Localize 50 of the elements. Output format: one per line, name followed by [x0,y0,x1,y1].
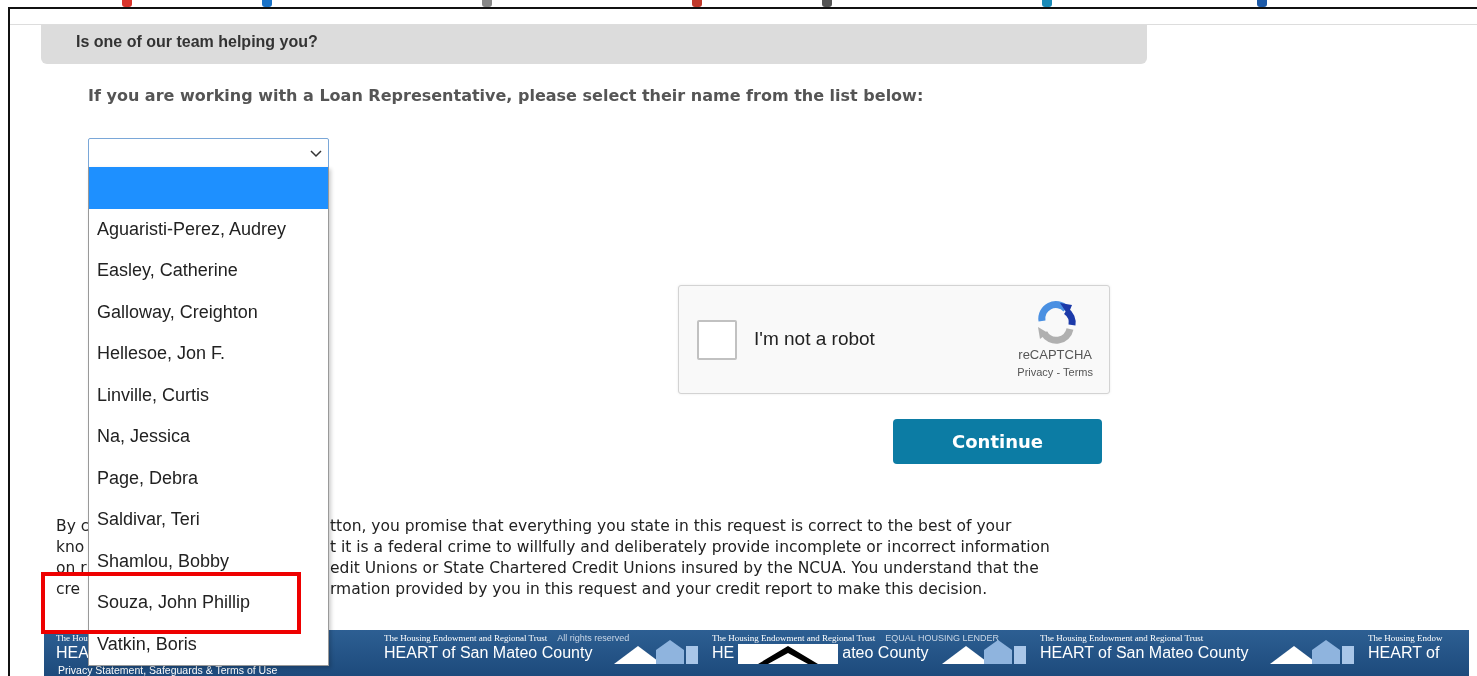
disclaimer-text: kno [56,537,85,558]
prompt-text: If you are working with a Loan Representative, please select their name from the list below: [88,85,925,107]
toolbar-icon[interactable] [482,0,492,7]
chevron-down-icon [310,150,322,158]
section-header: Is one of our team helping you? [41,25,1147,64]
toolbar-icon[interactable] [1257,0,1267,7]
toolbar-icon[interactable] [1042,0,1052,7]
captcha-checkbox[interactable] [697,319,737,360]
banner-title: HEART of San Mateo County [1040,644,1249,662]
banner-subtitle: The Housing Endowment and Regional Trust [712,633,876,644]
banner-subtitle: The Housing Endowment and Regional Trust [384,633,548,644]
toolbar-icon[interactable] [262,0,272,7]
dropdown-option[interactable]: Page, Debra [89,457,328,499]
banner-title: HEA [56,644,89,662]
terms-link[interactable]: Terms [1063,364,1093,381]
dropdown-option[interactable]: Vatkin, Boris [89,623,328,665]
separator-text: - [1056,365,1061,380]
disclaimer-text: tton, you promise that everything you state in this request is correct to the best of your [330,516,1012,537]
representative-select[interactable] [88,138,329,170]
dropdown-option[interactable]: Easley, Catherine [89,250,328,292]
dropdown-option[interactable]: Aguaristi-Perez, Audrey [89,208,328,250]
captcha-label: I'm not a robot [754,327,876,352]
disclaimer-text: By c [56,516,90,537]
banner-title: HEART of San Mateo County [384,644,593,662]
dropdown-option[interactable]: Na, Jessica [89,416,328,458]
disclaimer-text: cre [56,579,81,600]
footer-note: EQUAL HOUSING LENDER [885,633,999,644]
continue-button[interactable]: Continue [893,419,1102,464]
captcha-brand: reCAPTCHA [1018,345,1092,364]
dropdown-option[interactable]: Souza, John Phillip [89,582,328,624]
disclaimer-text: edit Unions or State Chartered Credit Unions insured by the NCUA. You understand that the [330,558,1039,579]
dropdown-option[interactable]: Saldivar, Teri [89,499,328,541]
banner-subtitle: The Housing Endowment and Regional Trust [1040,633,1204,644]
dropdown-option[interactable]: Hellesoe, Jon F. [89,333,328,375]
banner-title: HEART of [1368,644,1440,662]
privacy-link[interactable]: Privacy [1017,364,1054,381]
dropdown-option[interactable]: Galloway, Creighton [89,291,328,333]
banner-subtitle: The Hou [56,633,88,644]
toolbar-icon[interactable] [692,0,702,7]
toolbar-icon[interactable] [822,0,832,7]
banner-title: HE [712,644,735,662]
dropdown-option[interactable]: Linville, Curtis [89,374,328,416]
banner-title: ateo County [842,644,929,662]
disclaimer-text: rmation provided by you in this request and your credit report to make this decision. [330,579,988,600]
footer-links[interactable]: Privacy Statement, Safeguards & Terms of Use [44,664,278,676]
banner-subtitle: The Housing Endow [1368,633,1443,644]
footer-note: All rights reserved [557,633,630,644]
disclaimer-text: t it is a federal crime to willfully and deliberately provide incomplete or incorrect information [330,537,1050,558]
dropdown-option[interactable]: Shamlou, Bobby [89,540,328,582]
toolbar-icon[interactable] [122,0,132,7]
